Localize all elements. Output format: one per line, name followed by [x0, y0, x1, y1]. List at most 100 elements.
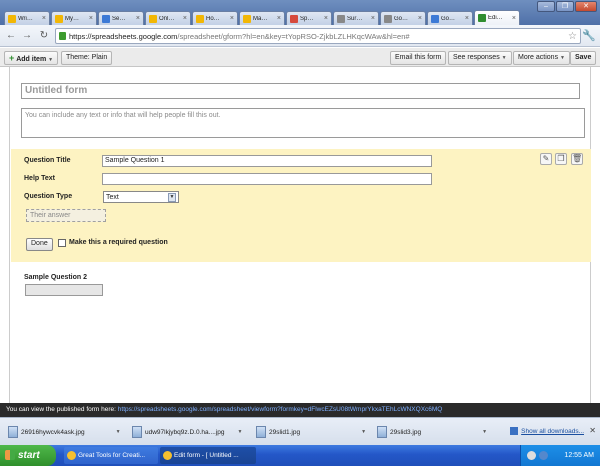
tab-close-icon[interactable]: × [230, 15, 234, 22]
chevron-down-icon[interactable]: ▼ [482, 429, 487, 435]
tab-label: Edi… [488, 15, 503, 21]
tab-close-icon[interactable]: × [42, 15, 46, 22]
windows-logo-icon [5, 450, 15, 460]
url-text[interactable]: https://spreadsheets.google.com/spreadsh… [69, 32, 565, 41]
form-description-input[interactable]: You can include any text or info that wi… [21, 108, 585, 138]
published-form-link[interactable]: https://spreadsheets.google.com/spreadsh… [118, 406, 443, 413]
tab-label: Ho… [206, 15, 220, 22]
system-tray: 12:55 AM [520, 445, 600, 466]
form-page: Untitled form You can include any text o… [9, 67, 591, 405]
chrome-icon [163, 451, 172, 460]
help-text-label: Help Text [24, 175, 55, 182]
chevron-down-icon[interactable]: ▼ [116, 429, 121, 435]
question-type-select[interactable]: Text ▼ [103, 191, 179, 203]
wrench-icon[interactable]: 🔧 [582, 29, 596, 42]
browser-tab[interactable]: Sp… × [286, 11, 332, 25]
theme-button[interactable]: Theme: Plain [61, 51, 113, 65]
reload-icon[interactable]: ↻ [37, 29, 51, 43]
download-item[interactable]: 29slid3.jpg ▼ [377, 424, 487, 440]
tray-icon[interactable] [539, 451, 548, 460]
question-type-label: Question Type [24, 193, 73, 200]
tab-close-icon[interactable]: × [512, 15, 516, 22]
download-filename: 29slid1.jpg [269, 428, 301, 436]
tab-favicon-icon [290, 14, 298, 23]
address-bar[interactable]: https://spreadsheets.google.com/spreadsh… [55, 28, 581, 44]
browser-tab-active[interactable]: Edi… × [474, 10, 520, 25]
plus-icon: + [9, 53, 15, 63]
tab-label: Go… [441, 15, 456, 22]
taskbar-button-label: Great Tools for Creati... [78, 452, 146, 459]
browser-tab[interactable]: Sur… × [333, 11, 379, 25]
tab-label: My… [65, 15, 79, 22]
download-filename: 26916hywcvk4ask.jpg [21, 428, 85, 436]
browser-tab[interactable]: Go… × [427, 11, 473, 25]
browser-tab[interactable]: Ma… × [239, 11, 285, 25]
question-answer-field [25, 284, 103, 296]
show-all-label: Show all downloads... [521, 427, 584, 435]
tray-icon[interactable] [527, 451, 536, 460]
image-file-icon [8, 426, 18, 438]
more-actions-label: More actions [518, 54, 559, 61]
taskbar-button-active[interactable]: Edit form - [ Untitled ... [160, 447, 256, 464]
form-editor-toolbar: + Add item ▼ Theme: Plain Email this for… [0, 48, 600, 67]
email-form-button[interactable]: Email this form [390, 51, 447, 65]
tab-close-icon[interactable]: × [277, 15, 281, 22]
bookmark-star-icon[interactable]: ☆ [568, 31, 577, 42]
question-title-label: Question Title [24, 157, 71, 164]
tab-close-icon[interactable]: × [89, 15, 93, 22]
forward-arrow-icon[interactable]: → [20, 29, 34, 43]
browser-tab-strip: Wri… × My… × Se… × Onl… × Ho… × Ma… × Sp… × Sur… [0, 0, 600, 25]
form-title-input[interactable]: Untitled form [21, 83, 580, 99]
question-title-input[interactable]: Sample Question 1 [102, 155, 432, 167]
chevron-down-icon: ▼ [168, 192, 176, 202]
download-item[interactable]: 26916hywcvk4ask.jpg ▼ [8, 424, 121, 440]
tab-close-icon[interactable]: × [371, 15, 375, 22]
minimize-icon[interactable]: – [537, 1, 555, 12]
download-filename: udw97lkjybq9z.D.0.ha....jpg [145, 428, 225, 436]
help-text-input[interactable] [102, 173, 432, 185]
tab-close-icon[interactable]: × [418, 15, 422, 22]
download-item[interactable]: udw97lkjybq9z.D.0.ha....jpg ▼ [132, 424, 242, 440]
save-button[interactable]: Save [570, 51, 597, 65]
tab-favicon-icon [478, 14, 486, 22]
more-actions-button[interactable]: More actions ▼ [513, 51, 570, 65]
back-arrow-icon[interactable]: ← [4, 29, 18, 43]
browser-tab[interactable]: Go… × [380, 11, 426, 25]
required-label: Make this a required question [69, 239, 168, 246]
tab-label: Ma… [253, 15, 268, 22]
tab-close-icon[interactable]: × [465, 15, 469, 22]
restore-icon[interactable]: ❐ [556, 1, 574, 12]
browser-tab[interactable]: Onl… × [145, 11, 191, 25]
close-window-icon[interactable]: ✕ [575, 1, 597, 12]
edit-pencil-icon[interactable]: ✎ [540, 153, 552, 165]
start-button[interactable]: start [0, 445, 56, 466]
duplicate-icon[interactable]: ❐ [555, 153, 567, 165]
taskbar-button[interactable]: Great Tools for Creati... [64, 447, 158, 464]
browser-tab[interactable]: Wri… × [4, 11, 50, 25]
tab-close-icon[interactable]: × [136, 15, 140, 22]
browser-tab[interactable]: My… × [51, 11, 97, 25]
add-item-button[interactable]: + Add item ▼ [4, 51, 59, 65]
chevron-down-icon[interactable]: ▼ [361, 429, 366, 435]
download-item[interactable]: 29slid1.jpg ▼ [256, 424, 366, 440]
see-responses-button[interactable]: See responses ▼ [448, 51, 512, 65]
browser-tab[interactable]: Ho… × [192, 11, 238, 25]
answer-preview-field: Their answer [26, 209, 106, 222]
done-button[interactable]: Done [26, 238, 53, 251]
show-all-downloads-link[interactable]: Show all downloads... [510, 427, 584, 435]
image-file-icon [377, 426, 387, 438]
required-checkbox[interactable] [58, 239, 66, 247]
question-title: Sample Question 2 [24, 274, 88, 281]
tab-close-icon[interactable]: × [324, 15, 328, 22]
chevron-down-icon: ▼ [48, 57, 54, 63]
close-shelf-icon[interactable]: ✕ [589, 426, 596, 435]
tab-favicon-icon [55, 14, 63, 23]
published-form-bar: You can view the published form here: ht… [0, 403, 600, 417]
tab-close-icon[interactable]: × [183, 15, 187, 22]
chevron-down-icon[interactable]: ▼ [238, 429, 243, 435]
delete-trash-icon[interactable]: 🗑 [571, 153, 583, 165]
see-responses-label: See responses [453, 54, 500, 61]
browser-tab[interactable]: Se… × [98, 11, 144, 25]
tab-favicon-icon [102, 14, 110, 23]
tab-favicon-icon [196, 14, 204, 23]
